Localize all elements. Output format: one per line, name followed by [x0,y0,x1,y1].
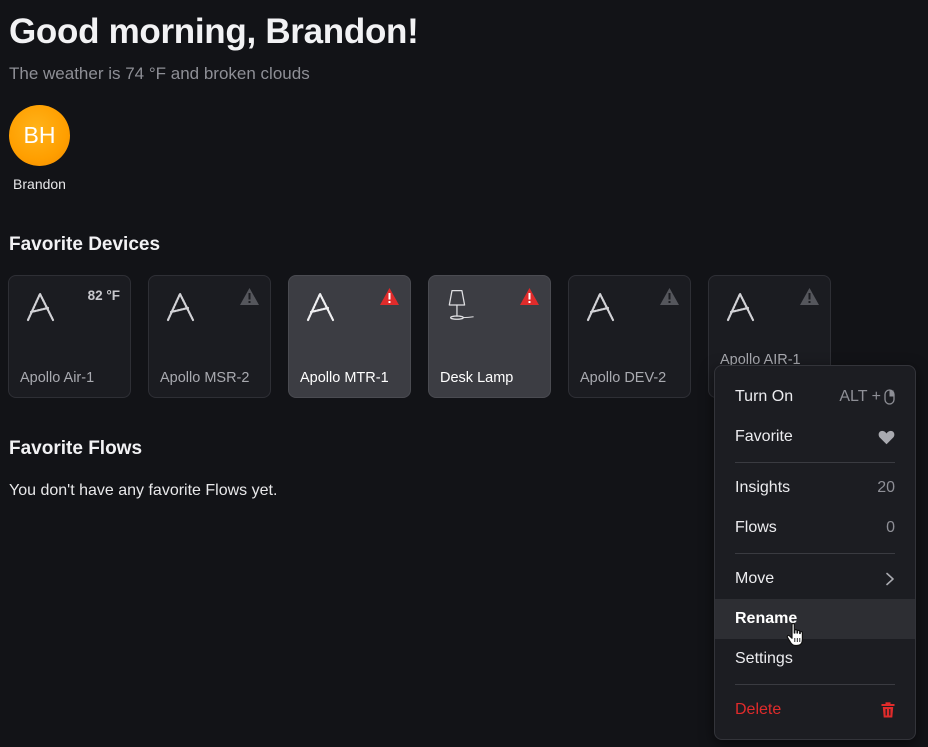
apollo-logo-icon [306,292,335,322]
menu-item-delete[interactable]: Delete [715,690,915,730]
device-context-menu: Turn On ALT + Favorite Insights 20 Flows… [714,365,916,740]
device-name: Apollo DEV-2 [580,370,667,386]
favorite-flows-title: Favorite Flows [9,438,143,459]
user-avatar[interactable]: BH [9,105,70,166]
favorite-devices-title: Favorite Devices [9,234,161,255]
shortcut-hint: ALT + [839,388,895,406]
menu-item-move[interactable]: Move [715,559,915,599]
weather-summary: The weather is 74 °F and broken clouds [9,64,310,83]
favorite-flows-empty-message: You don't have any favorite Flows yet. [9,482,278,499]
menu-item-insights[interactable]: Insights 20 [715,468,915,508]
menu-item-settings[interactable]: Settings [715,639,915,679]
avatar-initials: BH [23,122,56,148]
warning-icon [520,288,539,305]
warning-icon [660,288,679,305]
warning-icon [380,288,399,305]
menu-divider [735,684,895,685]
warning-icon [800,288,819,305]
apollo-logo-icon [26,292,55,322]
apollo-logo-icon [586,292,615,322]
menu-item-label: Move [735,570,775,587]
heart-icon [878,430,895,444]
trash-icon [881,702,895,718]
device-name: Apollo MTR-1 [300,370,389,386]
menu-divider [735,553,895,554]
avatar-name: Brandon [13,176,66,192]
shortcut-text: ALT + [839,388,881,405]
device-card-desk-lamp[interactable]: Desk Lamp [428,275,551,398]
device-card-apollo-mtr-1[interactable]: Apollo MTR-1 [288,275,411,398]
mouse-icon [884,389,895,405]
menu-item-rename[interactable]: Rename [715,599,915,639]
menu-item-favorite[interactable]: Favorite [715,417,915,457]
device-card-apollo-air-1[interactable]: 82 °F Apollo Air-1 [8,275,131,398]
device-card-apollo-msr-2[interactable]: Apollo MSR-2 [148,275,271,398]
device-name: Apollo Air-1 [20,370,95,386]
menu-item-label: Flows [735,519,777,536]
menu-item-label: Turn On [735,388,794,405]
menu-divider [735,462,895,463]
apollo-logo-icon [726,292,755,322]
insights-count: 20 [877,479,895,496]
menu-item-label: Settings [735,650,793,667]
chevron-right-icon [886,572,894,586]
device-name: Apollo MSR-2 [160,370,250,386]
device-temperature-badge: 82 °F [87,288,120,303]
greeting-title: Good morning, Brandon! [9,12,419,51]
menu-item-label: Favorite [735,428,793,445]
menu-item-flows[interactable]: Flows 0 [715,508,915,548]
device-name: Desk Lamp [440,370,514,386]
flows-count: 0 [886,519,895,536]
menu-item-label: Delete [735,701,782,718]
menu-item-label: Insights [735,479,791,496]
menu-item-turn-on[interactable]: Turn On ALT + [715,377,915,417]
apollo-logo-icon [166,292,195,322]
warning-icon [240,288,259,305]
hand-pointer-cursor-icon [786,622,803,647]
device-card-apollo-dev-2[interactable]: Apollo DEV-2 [568,275,691,398]
lamp-icon [448,289,474,320]
